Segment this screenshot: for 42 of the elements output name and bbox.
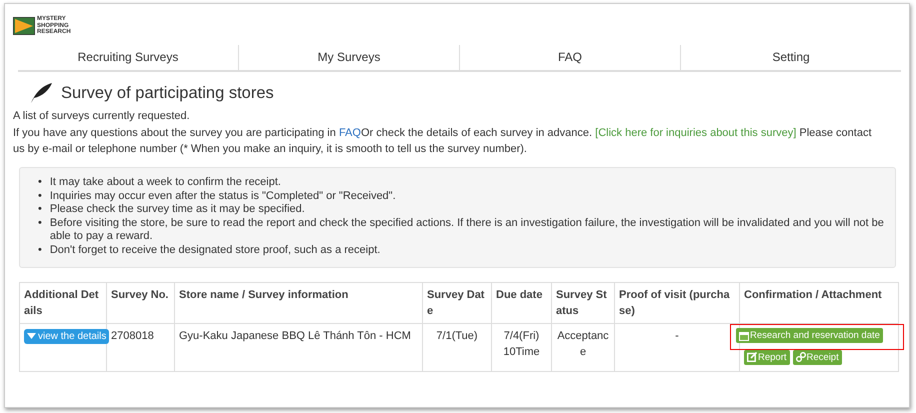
column-header: Survey Date [422, 282, 492, 324]
nav-tab[interactable]: My Surveys [238, 45, 459, 70]
column-header: Survey Status [552, 282, 614, 324]
table-cell: 7/4(Fri) 10Time [492, 324, 552, 372]
caret-icon [27, 333, 36, 339]
inquiry-link[interactable]: [Click here for inquiries about this survey] [595, 127, 796, 139]
nav-tab[interactable]: Setting [680, 45, 901, 70]
column-header: Store name / Survey information [174, 282, 422, 324]
action-button[interactable]: Report [744, 350, 790, 364]
table-cell: 7/1(Tue) [422, 324, 492, 372]
note-item: Inquiries may occur even after the status is "Completed" or "Received". [50, 190, 396, 203]
intro-text: A list of surveys currently requested. [13, 110, 191, 122]
bullet: • [38, 216, 42, 230]
action-button[interactable]: Receipt [792, 350, 842, 364]
table-cell: Gyu-Kaku Japanese BBQ Lê Thánh Tôn - HCM [174, 324, 422, 372]
note-item: It may take about a week to confirm the receipt. [50, 176, 281, 190]
view-details-button[interactable]: view the details [24, 328, 110, 344]
table-cell: 2708018 [106, 324, 174, 372]
page-title: Survey of participating stores [61, 84, 274, 102]
bullet: • [38, 203, 42, 216]
action-button[interactable]: Research and reservation date [736, 328, 883, 343]
column-header: Due date [492, 282, 552, 324]
column-header: Survey No. [106, 282, 174, 324]
nav-tab[interactable]: FAQ [459, 45, 680, 70]
bullet: • [38, 190, 42, 203]
calendar-icon [739, 330, 749, 340]
table-cell: Acceptance [552, 324, 614, 372]
note-item: Don't forget to receive the designated store proof, such as a receipt. [50, 244, 380, 257]
column-header: Additional Details [20, 282, 106, 324]
bullet: • [38, 176, 42, 190]
link-icon [796, 352, 806, 362]
faq-link[interactable]: FAQ [338, 127, 361, 139]
note-item: Before visiting the store, be sure to read the report and check the specified actions. If there is an investigation failure, the investigation will be invalidated and you will not be able to pay a reward. [50, 216, 885, 244]
column-header: Confirmation / Attachment [740, 282, 898, 324]
bullet: • [38, 244, 42, 257]
edit-icon [747, 352, 757, 362]
logo-icon [13, 17, 35, 35]
note-item: Please check the survey time as it may be specified. [50, 203, 305, 216]
nav-tab[interactable]: Recruiting Surveys [18, 45, 238, 70]
feather-icon [29, 82, 53, 104]
column-header: Proof of visit (purchase) [614, 282, 740, 324]
help-text: If you have any questions about the survey you are participating in FAQOr check the details of each survey in advance. [Click here for inquiries about this survey] Please contact us by e-mail or telephone number (* When you make an inquiry, it is smooth to tell us the survey number). [13, 126, 873, 157]
